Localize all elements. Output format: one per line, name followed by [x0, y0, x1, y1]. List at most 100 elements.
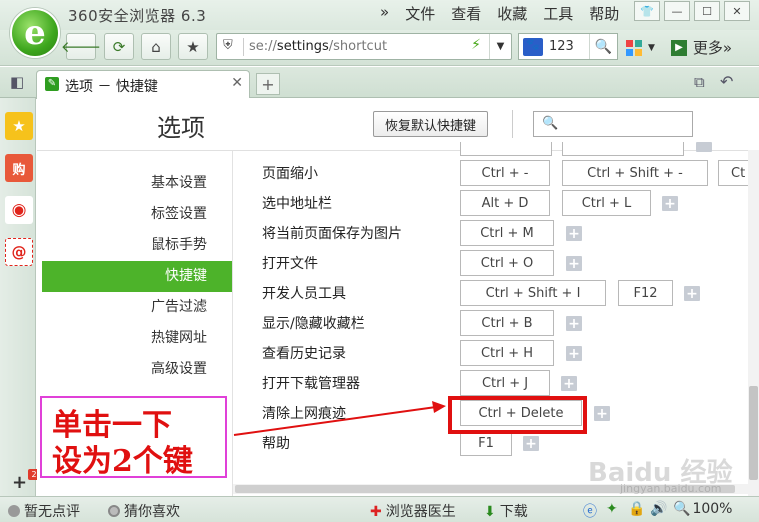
- menu-bar: » 文件 查看 收藏 工具 帮助: [372, 3, 627, 24]
- add-key-icon[interactable]: +: [684, 286, 700, 302]
- add-key-icon[interactable]: +: [561, 376, 577, 392]
- lightning-icon[interactable]: ⚡: [471, 37, 481, 53]
- apps-dropdown-icon[interactable]: ▼: [648, 43, 655, 53]
- tab-settings-shortcut[interactable]: ✎ 选项 － 快捷键 ✕: [36, 70, 250, 99]
- settings-tab-icon: ✎: [45, 77, 59, 91]
- nav-divider: [232, 151, 233, 496]
- rating-icon: [8, 505, 20, 517]
- lock-icon[interactable]: 🔒: [628, 501, 645, 517]
- doctor-item[interactable]: ✚ 浏览器医生: [370, 501, 456, 521]
- shortcut-label: 页面缩小: [262, 166, 318, 182]
- apps-icon[interactable]: [626, 39, 642, 56]
- rating-item[interactable]: 暂无点评: [8, 501, 80, 521]
- undo-close-icon[interactable]: ↶: [720, 72, 733, 91]
- download-icon: ⬇: [484, 504, 496, 520]
- key-box[interactable]: Ctrl + M: [460, 220, 554, 246]
- address-bar[interactable]: ⛨ se://settings/shortcut ⚡ ▼: [216, 33, 512, 60]
- shopping-icon[interactable]: 购: [5, 154, 33, 182]
- nav-hotkey-urls[interactable]: 热键网址: [42, 323, 232, 354]
- refresh-icon: ⟳: [112, 37, 126, 56]
- maximize-icon[interactable]: ☐: [694, 1, 720, 21]
- favorite-button[interactable]: ★: [178, 33, 208, 60]
- sound-icon[interactable]: 🔊: [650, 501, 667, 517]
- accelerate-icon[interactable]: ✦: [606, 501, 618, 517]
- add-key-icon[interactable]: +: [566, 256, 582, 272]
- close-icon[interactable]: ✕: [724, 1, 750, 21]
- settings-search-input[interactable]: 🔍: [533, 111, 693, 137]
- new-tab-button[interactable]: +: [256, 73, 280, 95]
- mail-icon[interactable]: @: [5, 238, 33, 266]
- more-button[interactable]: 更多»: [693, 37, 732, 58]
- favorites-star-icon[interactable]: ★: [5, 112, 33, 140]
- nav-shortcuts[interactable]: 快捷键: [42, 261, 232, 292]
- shortcut-label: 清除上网痕迹: [262, 406, 346, 422]
- ie-icon[interactable]: ⓔ: [583, 501, 597, 521]
- vertical-scrollbar[interactable]: [748, 150, 759, 496]
- menu-file[interactable]: 文件: [397, 3, 443, 24]
- key-box[interactable]: F12: [618, 280, 673, 306]
- key-box[interactable]: Ctrl + J: [460, 370, 550, 396]
- key-box[interactable]: Ctrl + -: [460, 160, 550, 186]
- add-sidebar-icon[interactable]: +: [12, 472, 27, 493]
- menu-favorites[interactable]: 收藏: [489, 3, 535, 24]
- key-box[interactable]: Alt + D: [460, 190, 550, 216]
- restore-defaults-button[interactable]: 恢复默认快捷键: [373, 111, 488, 137]
- nav-tabs[interactable]: 标签设置: [42, 199, 232, 230]
- add-key-icon[interactable]: +: [662, 196, 678, 212]
- key-box[interactable]: Ctrl + Shift + I: [460, 280, 606, 306]
- highlight-box: [448, 396, 587, 434]
- key-box-partial[interactable]: [562, 142, 684, 156]
- doctor-icon: ✚: [370, 504, 382, 520]
- key-box[interactable]: Ctrl + H: [460, 340, 554, 366]
- key-box-partial[interactable]: [460, 142, 552, 156]
- add-key-icon[interactable]: +: [566, 226, 582, 242]
- tab-label: 选项 － 快捷键: [65, 79, 158, 95]
- search-box[interactable]: 🐾 123 🔍: [518, 33, 618, 60]
- nav-advanced[interactable]: 高级设置: [42, 354, 232, 385]
- key-box[interactable]: Ctrl + B: [460, 310, 554, 336]
- home-button[interactable]: ⌂: [141, 33, 171, 60]
- key-box[interactable]: Ctrl + O: [460, 250, 554, 276]
- back-button[interactable]: 🡐: [61, 33, 101, 60]
- add-key-icon[interactable]: +: [566, 346, 582, 362]
- app-title: 360安全浏览器 6.3: [68, 7, 207, 25]
- key-box[interactable]: Ctrl + L: [562, 190, 651, 216]
- add-key-icon[interactable]: [696, 142, 712, 152]
- shortcut-row: 将当前页面保存为图片 Ctrl + M +: [262, 218, 759, 248]
- add-key-icon[interactable]: +: [523, 436, 539, 452]
- menu-view[interactable]: 查看: [443, 3, 489, 24]
- nav-mouse-gestures[interactable]: 鼠标手势: [42, 230, 232, 261]
- download-item[interactable]: ⬇ 下载: [484, 501, 528, 521]
- tab-bar: ◧ ✎ 选项 － 快捷键 ✕ + ⧉ ↶: [0, 67, 759, 99]
- left-sidebar: ★ 购 ◉ @ + 2: [0, 98, 40, 496]
- sidebar-toggle-icon[interactable]: ◧: [10, 73, 24, 91]
- menu-tools[interactable]: 工具: [535, 3, 581, 24]
- shortcut-label: 帮助: [262, 436, 290, 452]
- search-icon: 🔍: [542, 116, 559, 131]
- paw-icon[interactable]: 🐾: [523, 38, 543, 56]
- search-icon[interactable]: 🔍: [589, 34, 617, 59]
- add-key-icon[interactable]: +: [566, 316, 582, 332]
- zoom-item[interactable]: 🔍 100%: [673, 501, 732, 517]
- tab-list-icon[interactable]: ⧉: [694, 73, 705, 91]
- guess-item[interactable]: 猜你喜欢: [108, 501, 180, 521]
- key-box[interactable]: Ctrl + Shift + -: [562, 160, 708, 186]
- header-divider: [512, 110, 513, 138]
- shortcut-label: 查看历史记录: [262, 346, 346, 362]
- scroll-thumb[interactable]: [749, 386, 758, 480]
- plus-icon: +: [261, 74, 275, 94]
- nav-basic[interactable]: 基本设置: [42, 168, 232, 199]
- menu-chevron[interactable]: »: [372, 3, 397, 24]
- skin-icon[interactable]: 👕: [634, 1, 660, 21]
- nav-ad-filter[interactable]: 广告过滤: [42, 292, 232, 323]
- menu-help[interactable]: 帮助: [581, 3, 627, 24]
- weibo-icon[interactable]: ◉: [5, 196, 33, 224]
- video-icon[interactable]: ▶: [670, 39, 687, 56]
- address-separator: [243, 38, 244, 56]
- tab-close-icon[interactable]: ✕: [231, 75, 243, 91]
- add-key-icon[interactable]: +: [594, 406, 610, 422]
- refresh-button[interactable]: ⟳: [104, 33, 134, 60]
- address-dropdown-icon[interactable]: ▼: [489, 34, 511, 59]
- shortcut-row: 开发人员工具 Ctrl + Shift + I F12 +: [262, 278, 759, 308]
- minimize-icon[interactable]: —: [664, 1, 690, 21]
